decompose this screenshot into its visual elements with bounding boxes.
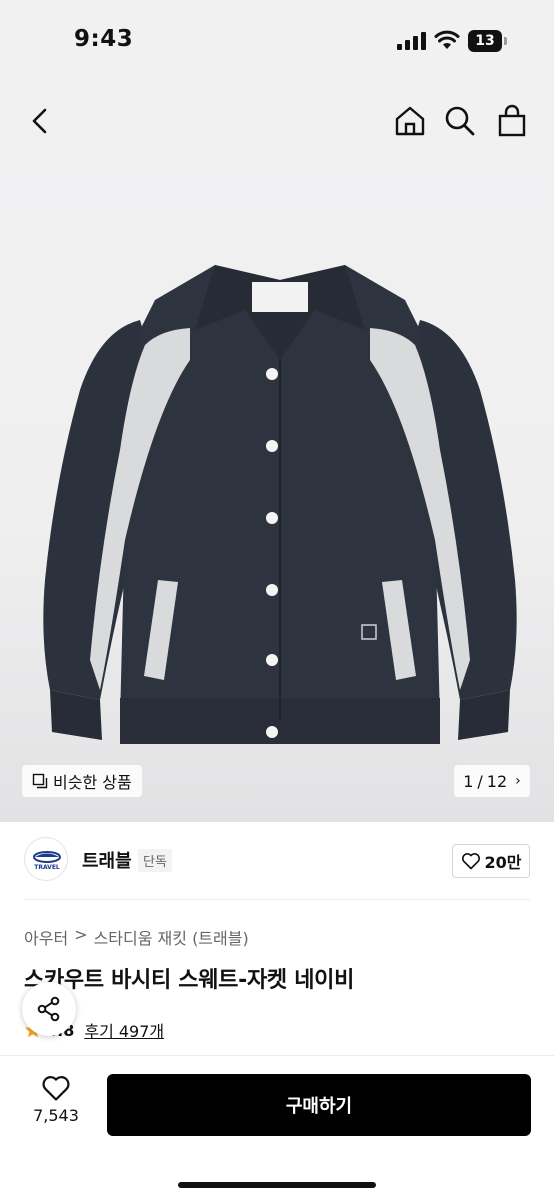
similar-products-icon [32, 773, 48, 789]
brand-like-button[interactable]: 20만 [452, 844, 530, 878]
shopping-bag-icon[interactable] [495, 104, 529, 138]
home-indicator [178, 1182, 376, 1188]
svg-text:TRAVEL: TRAVEL [34, 864, 60, 871]
search-icon[interactable] [443, 104, 477, 138]
chevron-right-icon: › [515, 773, 521, 789]
similar-products-label: 비슷한 상품 [53, 773, 132, 792]
product-title: 스카우트 바시티 스웨트-자켓 네이비 [24, 968, 355, 993]
share-icon [37, 996, 60, 1022]
breadcrumb-separator: > [74, 925, 88, 944]
wishlist-button[interactable]: 7,543 [24, 1074, 88, 1125]
breadcrumb-item[interactable]: 아우터 [24, 925, 68, 949]
battery-level: 13 [468, 30, 502, 52]
heart-icon [461, 853, 480, 870]
battery-icon: 13 [468, 30, 508, 52]
wifi-icon [434, 30, 460, 49]
reviews-link[interactable]: 후기 497개 [84, 1018, 164, 1042]
exclusive-badge: 단독 [138, 849, 172, 872]
cellular-signal-icon [397, 32, 426, 50]
current-page: 1 [463, 771, 474, 791]
total-pages: 12 [486, 771, 508, 791]
product-image [43, 265, 517, 744]
similar-products-button[interactable]: 비슷한 상품 [22, 765, 142, 797]
heart-outline-icon [42, 1076, 70, 1101]
brand-row: TRAVEL 트래블 단독 20만 [0, 822, 554, 900]
back-arrow-icon[interactable] [24, 104, 58, 138]
brand-like-count: 20만 [484, 853, 522, 872]
home-icon[interactable] [393, 104, 427, 138]
image-pager[interactable]: 1 / 12 › [454, 765, 530, 797]
brand-name[interactable]: 트래블 [82, 847, 132, 873]
status-time: 9:43 [74, 26, 134, 52]
status-bar: 9:43 13 [0, 0, 554, 84]
breadcrumb-item[interactable]: 스타디움 재킷 (트래블) [94, 925, 249, 949]
bottom-bar: 7,543 구매하기 [0, 1055, 554, 1200]
travel-logo-icon: TRAVEL [33, 851, 61, 871]
brand-logo[interactable]: TRAVEL [24, 837, 68, 881]
divider [24, 899, 530, 900]
product-gallery[interactable]: 비슷한 상품 1 / 12 › [0, 84, 554, 822]
wishlist-count: 7,543 [33, 1106, 79, 1125]
buy-button[interactable]: 구매하기 [107, 1074, 531, 1136]
breadcrumb: 아우터 > 스타디움 재킷 (트래블) [24, 925, 249, 949]
share-button[interactable] [22, 982, 76, 1036]
